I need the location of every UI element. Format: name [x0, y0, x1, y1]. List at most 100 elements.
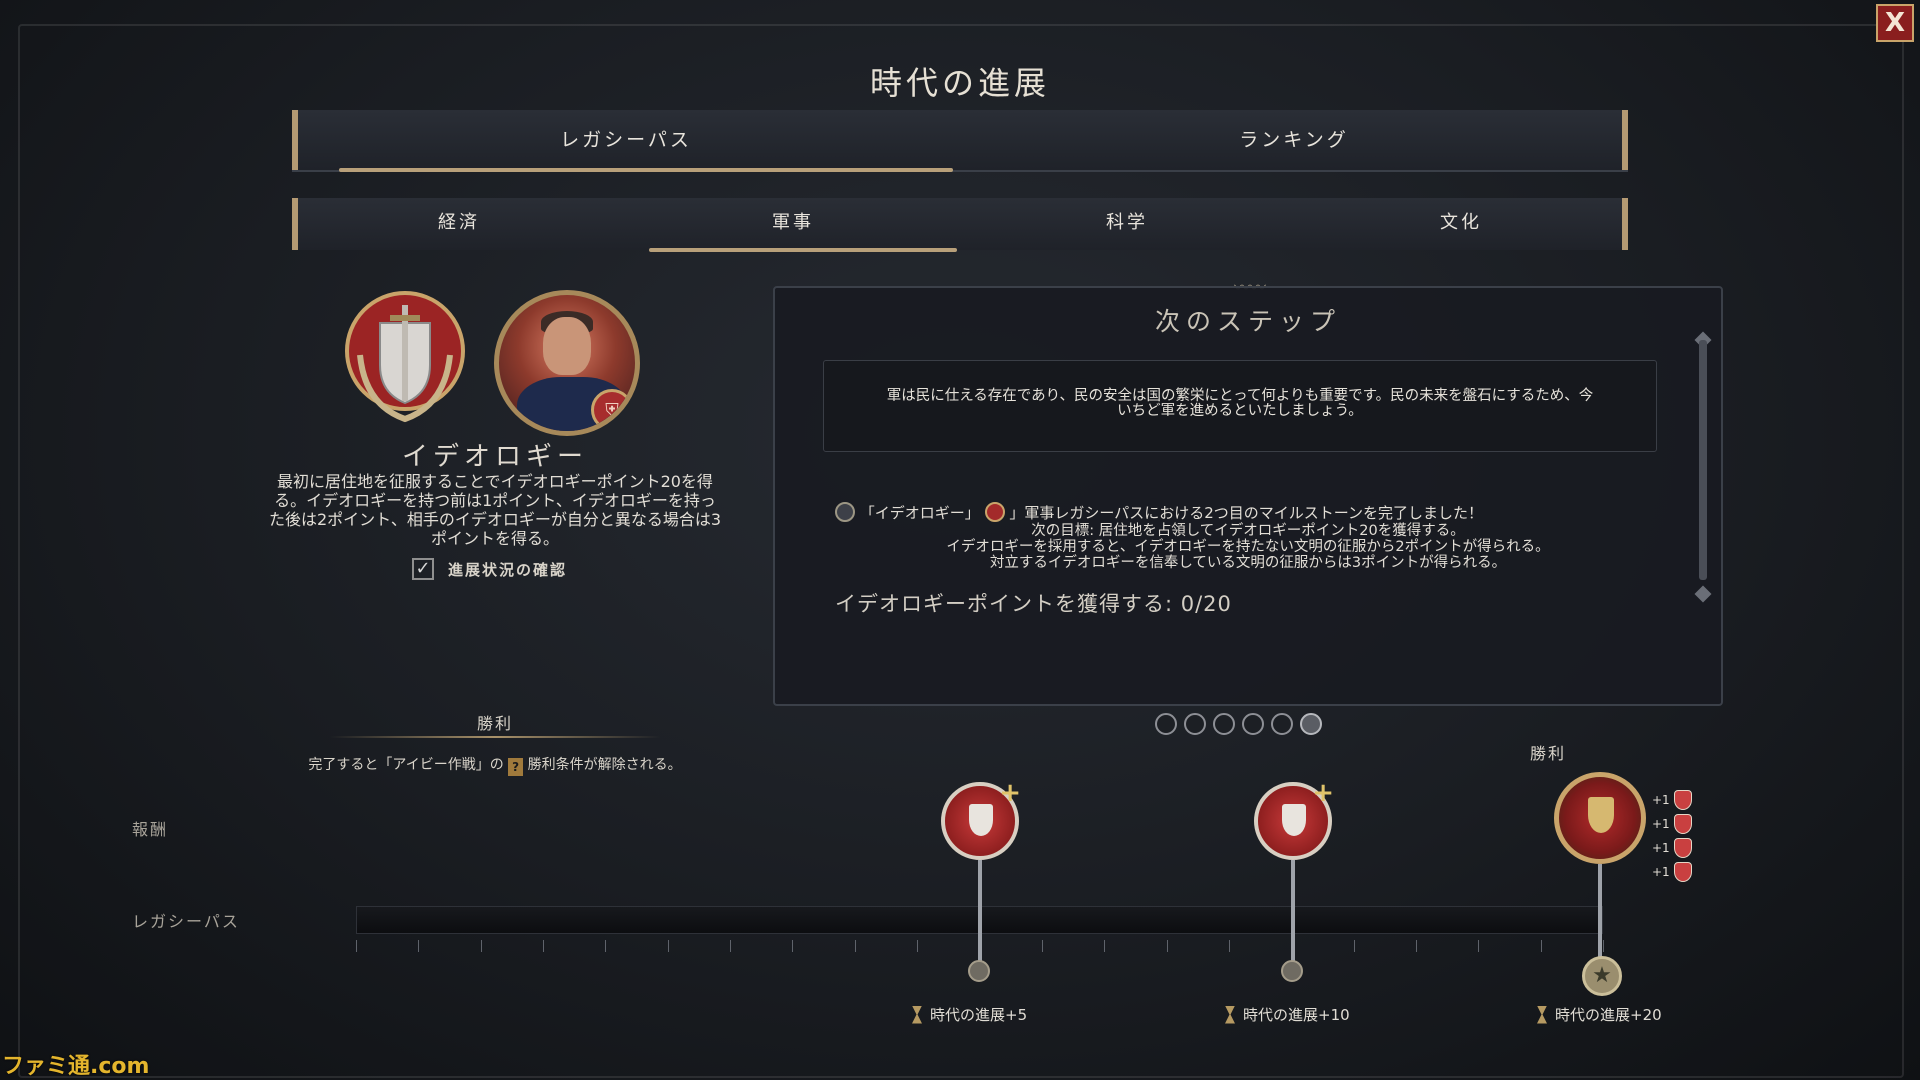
page-dot[interactable]	[1271, 713, 1293, 735]
victory-desc-before: 完了すると「アイビー作戦」の	[308, 757, 504, 773]
milestone-stem	[1291, 860, 1295, 970]
unit-bonus-icon	[1673, 790, 1692, 810]
subtab-bracket-right	[1622, 198, 1628, 250]
military-shield-emblem-icon	[345, 291, 465, 423]
milestone-marker	[968, 960, 990, 982]
scrollbar[interactable]	[1699, 340, 1707, 580]
bonus-item: +1	[1652, 814, 1692, 834]
ideology-desc-line: ポイントを得る。	[430, 529, 559, 548]
milestone-complete-message: 「イデオロギー」 」軍事レガシーパスにおける2つ目のマイルストーンを完了しました…	[835, 502, 1635, 523]
bonus-value: +1	[1652, 793, 1670, 807]
gold-shield-icon	[1588, 797, 1614, 833]
checkbox-checked-icon[interactable]: ✓	[412, 558, 434, 580]
progress-tick	[1104, 940, 1106, 952]
progress-tick	[1603, 940, 1604, 952]
hourglass-icon	[1225, 1005, 1235, 1024]
tab-science[interactable]: 科学	[960, 198, 1294, 250]
progress-tick	[1041, 940, 1043, 952]
unit-bonus-icon	[1673, 838, 1692, 858]
progress-tick	[356, 940, 357, 952]
bonus-value: +1	[1652, 817, 1670, 831]
milestone-stem	[978, 860, 982, 970]
ideology-desc-line: た後は2ポイント、相手のイデオロギーが自分と異なる場合は3	[268, 510, 722, 529]
military-round-icon	[984, 502, 1005, 522]
era-progress-label: 時代の進展+10	[1225, 1004, 1350, 1025]
milestone-stem	[1598, 864, 1602, 964]
era-progress-text: 時代の進展+5	[930, 1006, 1028, 1024]
progress-tick	[543, 940, 545, 952]
page-dot[interactable]	[1242, 713, 1264, 735]
era-progress-text: 時代の進展+20	[1555, 1006, 1662, 1024]
page-dot[interactable]	[1300, 713, 1322, 735]
scroll-down-icon[interactable]	[1694, 585, 1712, 603]
milestone-marker	[1281, 960, 1303, 982]
era-progress-text: 時代の進展+10	[1243, 1006, 1350, 1024]
hourglass-icon	[912, 1005, 922, 1024]
quote-line: 軍は民に仕える存在であり、民の安全は国の繁栄にとって何よりも重要です。民の未来を…	[886, 388, 1594, 404]
unit-bonus-icon	[1673, 862, 1692, 882]
ideology-description: 最初に居住地を征服することでイデオロギーポイント20を得 る。イデオロギーを持つ…	[240, 472, 750, 548]
final-victory-label: 勝利	[1530, 744, 1567, 763]
next-goal-detail-line: イデオロギーを採用すると、イデオロギーを持たない文明の征服から2ポイントが得られ…	[946, 539, 1550, 555]
hourglass-icon	[1537, 1005, 1547, 1024]
progress-tick	[1353, 940, 1355, 952]
portrait-head	[543, 317, 591, 375]
final-victory-reward-icon[interactable]	[1554, 772, 1646, 864]
era-progress-label: 時代の進展+5	[912, 1004, 1027, 1025]
milestone-prefix: 「イデオロギー」	[859, 504, 980, 522]
progress-check-label: 進展状況の確認	[448, 560, 568, 579]
quote-line: いちど軍を進めるといたしましょう。	[1117, 403, 1363, 419]
ideology-desc-line: る。イデオロギーを持つ前は1ポイント、イデオロギーを持っ	[274, 491, 716, 510]
tab-ranking[interactable]: ランキング	[960, 110, 1628, 170]
progress-tick	[730, 940, 732, 952]
next-goal-detail-line: 対立するイデオロギーを信奉している文明の征服からは3ポイントが得られる。	[989, 555, 1507, 571]
progress-tick	[1540, 940, 1542, 952]
tab-legacy-path[interactable]: レガシーパス	[292, 110, 960, 172]
page-dot[interactable]	[1155, 713, 1177, 735]
page-dot[interactable]	[1184, 713, 1206, 735]
rewards-row-label: 報酬	[132, 820, 169, 839]
sub-tabbar: 経済 軍事 科学 文化	[292, 198, 1628, 252]
unit-bonus-icon	[1673, 814, 1692, 834]
reward-shield-icon	[969, 804, 993, 836]
page-indicator	[1155, 713, 1322, 735]
progress-tick	[1166, 940, 1168, 952]
bonus-item: +1	[1652, 862, 1692, 882]
plus-icon: +	[999, 778, 1021, 808]
ideology-points-progress: イデオロギーポイントを獲得する: 0/20	[835, 592, 1232, 616]
progress-tick	[418, 940, 420, 952]
reward-unit-icon[interactable]: +	[941, 778, 1021, 860]
watermark-logo: ファミ通.com	[2, 1054, 150, 1079]
close-button[interactable]: X	[1876, 4, 1914, 42]
bonus-item: +1	[1652, 838, 1692, 858]
ideology-title: イデオロギー	[401, 442, 588, 472]
reward-unit-icon[interactable]: +	[1254, 778, 1334, 860]
bonus-value: +1	[1652, 865, 1670, 879]
reward-shield-icon	[1282, 804, 1306, 836]
tab-economy[interactable]: 経済	[292, 198, 626, 250]
era-progress-label: 時代の進展+20	[1537, 1004, 1662, 1025]
tab-military[interactable]: 軍事	[626, 198, 960, 252]
page-dot[interactable]	[1213, 713, 1235, 735]
plus-icon: +	[1312, 778, 1334, 808]
bonus-item: +1	[1652, 790, 1692, 810]
ideology-round-icon	[835, 502, 855, 522]
ideology-desc-line: 最初に居住地を征服することでイデオロギーポイント20を得	[277, 472, 713, 491]
progress-tick	[917, 940, 919, 952]
progress-check-toggle[interactable]: ✓ 進展状況の確認	[412, 558, 567, 580]
victory-condition-icon: ?	[508, 758, 524, 776]
star-marker-icon: ★	[1582, 956, 1622, 996]
tabbar-bracket-right	[1622, 110, 1628, 170]
page-title: 時代の進展	[869, 64, 1050, 102]
victory-description: 完了すると「アイビー作戦」の ? 勝利条件が解除される。	[240, 754, 750, 776]
progress-tick	[1478, 940, 1480, 952]
next-goal-line: 次の目標: 居住地を占領してイデオロギーポイント20を獲得する。	[1031, 523, 1465, 539]
bonus-value: +1	[1652, 841, 1670, 855]
victory-desc-after: 勝利条件が解除される。	[527, 757, 682, 773]
progress-tick	[854, 940, 856, 952]
milestone-suffix: 」軍事レガシーパスにおける2つ目のマイルストーンを完了しました！	[1009, 504, 1484, 522]
tab-culture[interactable]: 文化	[1294, 198, 1628, 250]
progress-tick	[480, 940, 482, 952]
victory-divider	[330, 736, 660, 738]
main-tabbar: レガシーパス ランキング	[292, 110, 1628, 172]
